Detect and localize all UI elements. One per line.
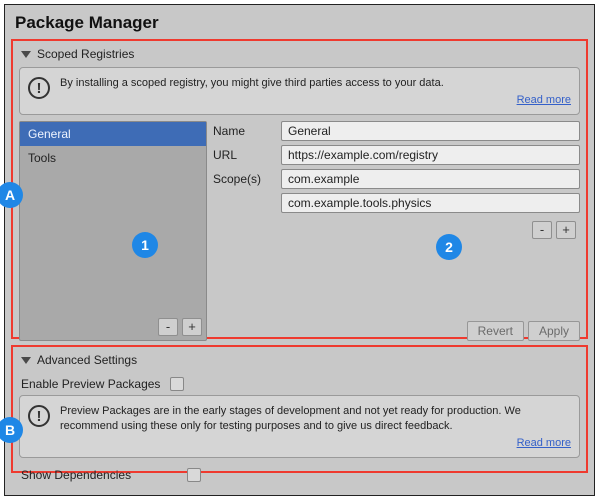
name-input[interactable] xyxy=(281,121,580,141)
enable-preview-row: Enable Preview Packages xyxy=(19,373,580,395)
panel-title: Package Manager xyxy=(11,9,588,39)
info-body: By installing a scoped registry, you mig… xyxy=(60,76,571,108)
url-label: URL xyxy=(213,148,275,162)
registry-remove-button[interactable]: - xyxy=(158,318,178,336)
registry-detail: Name URL Scope(s) - + xyxy=(213,121,580,341)
name-row: Name xyxy=(213,121,580,141)
registry-add-button[interactable]: + xyxy=(182,318,202,336)
scope-input-2[interactable] xyxy=(281,193,580,213)
show-deps-row: Show Dependencies xyxy=(19,464,580,486)
enable-preview-label: Enable Preview Packages xyxy=(21,377,160,391)
read-more-link[interactable]: Read more xyxy=(60,93,571,108)
read-more-link[interactable]: Read more xyxy=(60,436,571,451)
scoped-registries-section: Scoped Registries ! By installing a scop… xyxy=(11,39,588,339)
url-input[interactable] xyxy=(281,145,580,165)
scopes-label: Scope(s) xyxy=(213,172,275,186)
registry-item-general[interactable]: General xyxy=(20,122,206,146)
chevron-down-icon xyxy=(21,51,31,58)
detail-actions: Revert Apply xyxy=(213,318,580,341)
registry-item-tools[interactable]: Tools xyxy=(20,146,206,170)
registry-list-buttons: - + xyxy=(20,314,206,340)
url-row: URL xyxy=(213,145,580,165)
preview-info-text: Preview Packages are in the early stages… xyxy=(60,405,521,432)
info-text: By installing a scoped registry, you mig… xyxy=(60,77,444,89)
show-deps-label: Show Dependencies xyxy=(21,468,131,482)
chevron-down-icon xyxy=(21,357,31,364)
scopes-row: Scope(s) xyxy=(213,169,580,189)
registry-list: General Tools - + xyxy=(19,121,207,341)
name-label: Name xyxy=(213,124,275,138)
warning-icon: ! xyxy=(28,405,50,427)
revert-button[interactable]: Revert xyxy=(467,321,524,341)
advanced-settings-header: Advanced Settings xyxy=(37,353,137,367)
scoped-registries-header: Scoped Registries xyxy=(37,47,134,61)
scopes-row-2 xyxy=(281,193,580,213)
scoped-columns: General Tools - + Name URL xyxy=(19,121,580,341)
show-deps-checkbox[interactable] xyxy=(187,468,201,482)
preview-infobox: ! Preview Packages are in the early stag… xyxy=(19,395,580,458)
apply-button[interactable]: Apply xyxy=(528,321,580,341)
scope-input-1[interactable] xyxy=(281,169,580,189)
advanced-settings-foldout[interactable]: Advanced Settings xyxy=(19,351,580,373)
scoped-registries-infobox: ! By installing a scoped registry, you m… xyxy=(19,67,580,115)
warning-icon: ! xyxy=(28,77,50,99)
callout-marker-2: 2 xyxy=(436,234,462,260)
info-body: Preview Packages are in the early stages… xyxy=(60,404,571,451)
callout-marker-1: 1 xyxy=(132,232,158,258)
scope-add-button[interactable]: + xyxy=(556,221,576,239)
advanced-settings-section: Advanced Settings Enable Preview Package… xyxy=(11,345,588,473)
scope-remove-button[interactable]: - xyxy=(532,221,552,239)
package-manager-panel: Package Manager Scoped Registries ! By i… xyxy=(4,4,595,496)
scope-buttons: - + xyxy=(213,217,580,243)
scoped-registries-foldout[interactable]: Scoped Registries xyxy=(19,45,580,67)
enable-preview-checkbox[interactable] xyxy=(170,377,184,391)
